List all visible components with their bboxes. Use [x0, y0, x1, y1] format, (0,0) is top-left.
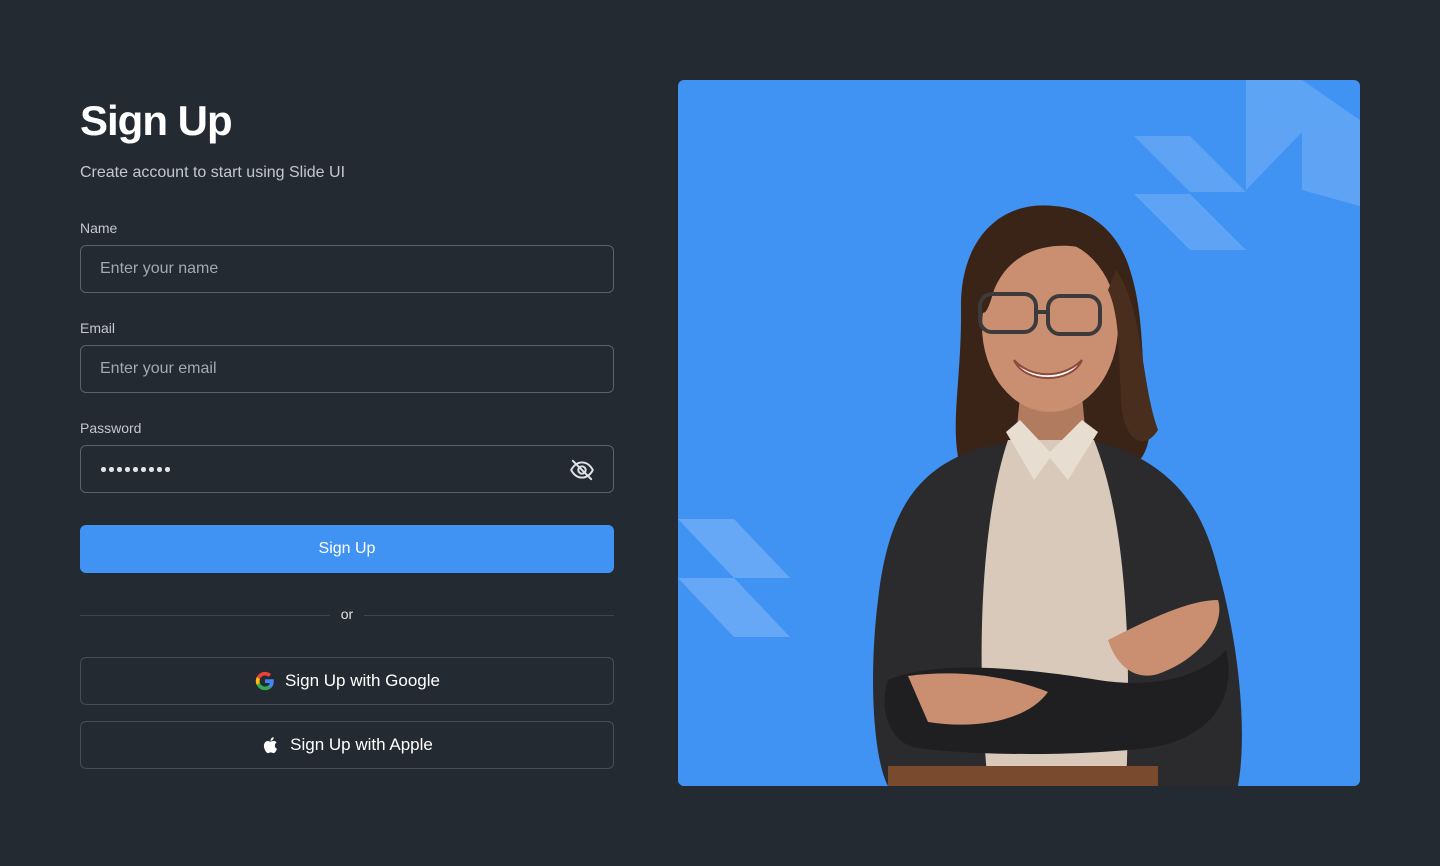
eye-off-icon[interactable]: [569, 457, 595, 483]
password-dot: [165, 467, 170, 472]
password-field[interactable]: [80, 445, 614, 493]
password-dot: [117, 467, 122, 472]
password-dot: [141, 467, 146, 472]
sign-up-button[interactable]: Sign Up: [80, 525, 614, 573]
password-dot: [101, 467, 106, 472]
name-label: Name: [80, 220, 118, 236]
password-dot: [133, 467, 138, 472]
or-divider: or: [80, 606, 614, 624]
apple-sign-up-button[interactable]: Sign Up with Apple: [80, 721, 614, 769]
decorative-shapes-left: [678, 519, 790, 637]
password-dot: [125, 467, 130, 472]
apple-button-label: Sign Up with Apple: [290, 735, 433, 754]
name-field-wrapper: [80, 245, 614, 293]
password-dot: [157, 467, 162, 472]
password-dot: [149, 467, 154, 472]
divider-text: or: [340, 606, 354, 622]
google-sign-up-button[interactable]: Sign Up with Google: [80, 657, 614, 705]
google-button-label: Sign Up with Google: [285, 671, 440, 690]
password-masked-value: [101, 467, 170, 472]
password-label: Password: [80, 420, 142, 436]
page-title: Sign Up: [80, 97, 233, 144]
page-subtitle: Create account to start using Slide UI: [80, 164, 346, 181]
sign-up-page: Sign Up Create account to start using Sl…: [0, 0, 1440, 866]
email-label: Email: [80, 320, 116, 336]
password-dot: [109, 467, 114, 472]
google-icon: [255, 671, 274, 691]
hero-illustration: [678, 80, 1360, 786]
name-input[interactable]: [81, 246, 613, 292]
decorative-shapes-top: [1134, 80, 1360, 250]
apple-icon: [264, 737, 278, 754]
divider-line-right: [364, 615, 614, 616]
hero-image: [678, 80, 1360, 786]
email-input[interactable]: [81, 346, 613, 392]
email-field-wrapper: [80, 345, 614, 393]
person-figure: [873, 205, 1242, 786]
